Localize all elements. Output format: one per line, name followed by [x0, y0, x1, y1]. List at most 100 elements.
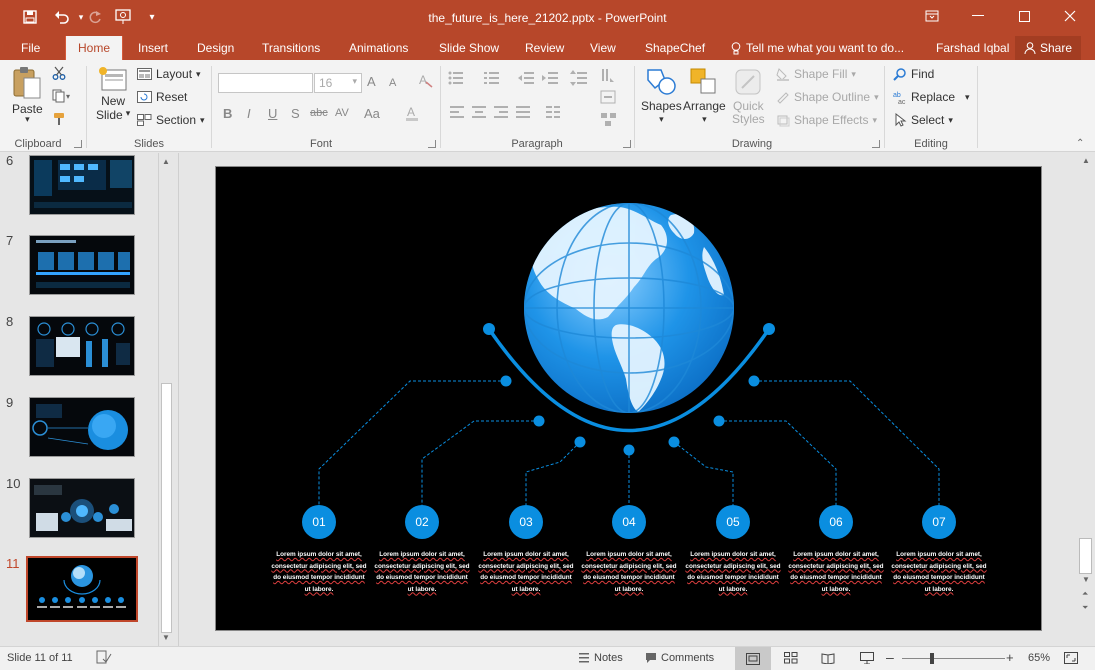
copy-icon[interactable]: ▾ — [52, 89, 72, 103]
tell-me-box[interactable]: Tell me what you want to do... — [731, 41, 904, 55]
tab-home[interactable]: Home — [65, 36, 124, 60]
main-scrollbar[interactable]: ▲ ▼ ⏶ ⏷ — [1077, 153, 1095, 646]
slide-thumbnail-8[interactable] — [29, 316, 135, 376]
scroll-down-icon[interactable]: ▼ — [1082, 575, 1090, 584]
zoom-slider-track[interactable] — [902, 658, 1005, 659]
scrollbar-thumb[interactable] — [161, 383, 172, 633]
comments-button[interactable]: Comments — [645, 652, 714, 664]
font-launcher-icon[interactable] — [428, 140, 436, 148]
layout-button[interactable]: Layout ▾ — [137, 67, 201, 81]
step-description[interactable]: Lorem ipsum dolor sit amet, consectetur … — [788, 549, 884, 595]
underline-button[interactable]: U — [268, 106, 277, 121]
tab-transitions[interactable]: Transitions — [262, 41, 320, 55]
step-description[interactable]: Lorem ipsum dolor sit amet, consectetur … — [478, 549, 574, 595]
format-painter-icon[interactable] — [52, 112, 66, 126]
shape-outline-button[interactable]: Shape Outline ▾ — [776, 90, 879, 104]
smartart-icon[interactable] — [600, 112, 618, 131]
clear-formatting-icon[interactable]: A — [418, 72, 434, 91]
step-description[interactable]: Lorem ipsum dolor sit amet, consectetur … — [685, 549, 781, 595]
character-spacing-button[interactable]: AV — [335, 107, 349, 119]
font-name-combo[interactable] — [218, 73, 313, 93]
scrollbar-thumb[interactable] — [1079, 538, 1092, 574]
step-number-circle[interactable]: 06 — [819, 505, 853, 539]
arrange-button[interactable]: Arrange ▾ — [683, 66, 726, 125]
user-name[interactable]: Farshad Iqbal — [936, 41, 1009, 55]
tab-animations[interactable]: Animations — [349, 41, 408, 55]
new-slide-button[interactable]: New Slide ▾ — [96, 66, 130, 122]
close-icon[interactable] — [1047, 0, 1093, 32]
step-number-circle[interactable]: 03 — [509, 505, 543, 539]
tab-insert[interactable]: Insert — [138, 41, 168, 55]
find-button[interactable]: Find — [893, 67, 934, 81]
clipboard-launcher-icon[interactable] — [74, 140, 82, 148]
replace-button[interactable]: ab ac Replace ▾ — [893, 90, 970, 104]
step-number-circle[interactable]: 07 — [922, 505, 956, 539]
italic-button[interactable]: I — [247, 106, 251, 121]
fit-to-window-icon[interactable] — [1064, 652, 1078, 664]
tab-design[interactable]: Design — [197, 41, 234, 55]
spell-check-icon[interactable] — [96, 650, 112, 664]
reset-button[interactable]: Reset — [137, 90, 187, 104]
normal-view-button[interactable] — [735, 647, 771, 670]
minimize-icon[interactable] — [955, 0, 1001, 32]
step-number-circle[interactable]: 02 — [405, 505, 439, 539]
cut-icon[interactable] — [52, 66, 66, 80]
select-button[interactable]: Select ▾ — [893, 113, 953, 127]
tab-review[interactable]: Review — [525, 41, 564, 55]
scroll-up-icon[interactable]: ▲ — [1082, 156, 1090, 165]
columns-icon[interactable] — [546, 106, 568, 121]
font-size-combo[interactable]: 16 ▾ — [314, 73, 362, 93]
slide-thumbnail-6[interactable] — [29, 155, 135, 215]
increase-indent-icon[interactable] — [542, 70, 558, 89]
quick-styles-button[interactable]: Quick Styles — [732, 66, 765, 126]
next-slide-icon[interactable]: ⏷ — [1082, 603, 1088, 613]
slide-thumbnail-9[interactable] — [29, 397, 135, 457]
step-description[interactable]: Lorem ipsum dolor sit amet, consectetur … — [581, 549, 677, 595]
align-center-icon[interactable] — [472, 106, 486, 121]
slide-sorter-icon[interactable] — [784, 652, 798, 664]
decrease-indent-icon[interactable] — [518, 70, 534, 89]
step-description[interactable]: Lorem ipsum dolor sit amet, consectetur … — [271, 549, 367, 595]
step-description[interactable]: Lorem ipsum dolor sit amet, consectetur … — [891, 549, 987, 595]
numbering-icon[interactable] — [484, 70, 506, 89]
bold-button[interactable]: B — [223, 106, 232, 121]
step-number-circle[interactable]: 01 — [302, 505, 336, 539]
tab-file[interactable]: File — [21, 41, 40, 55]
zoom-slider-thumb[interactable] — [930, 653, 934, 664]
shrink-font-icon[interactable]: A — [389, 77, 396, 89]
thumbnail-scrollbar[interactable]: ▲ ▼ — [158, 153, 174, 646]
reading-view-icon[interactable] — [821, 652, 835, 664]
tab-slide-show[interactable]: Slide Show — [439, 41, 499, 55]
previous-slide-icon[interactable]: ⏶ — [1082, 589, 1088, 599]
zoom-out-icon[interactable]: – — [886, 649, 894, 665]
text-direction-icon[interactable] — [600, 68, 618, 89]
font-color-icon[interactable]: A — [405, 104, 423, 125]
line-spacing-icon[interactable] — [570, 70, 588, 89]
share-button[interactable]: Share — [1015, 36, 1081, 60]
tab-shapechef[interactable]: ShapeChef — [645, 41, 705, 55]
justify-icon[interactable] — [516, 106, 530, 121]
slide-canvas[interactable]: 01 Lorem ipsum dolor sit amet, consectetu… — [215, 166, 1042, 631]
change-case-button[interactable]: Aa — [364, 106, 380, 121]
step-number-circle[interactable]: 04 — [612, 505, 646, 539]
paragraph-launcher-icon[interactable] — [623, 140, 631, 148]
section-button[interactable]: Section ▾ — [137, 113, 205, 127]
grow-font-icon[interactable]: A — [367, 74, 376, 89]
slide-thumbnail-7[interactable] — [29, 235, 135, 295]
zoom-percent[interactable]: 65% — [1028, 652, 1050, 664]
paste-button[interactable]: Paste ▾ — [12, 66, 43, 125]
drawing-launcher-icon[interactable] — [872, 140, 880, 148]
bullets-icon[interactable] — [448, 70, 470, 89]
maximize-icon[interactable] — [1001, 0, 1047, 32]
scroll-down-icon[interactable]: ▼ — [162, 633, 170, 642]
step-description[interactable]: Lorem ipsum dolor sit amet, consectetur … — [374, 549, 470, 595]
align-text-icon[interactable] — [600, 90, 618, 109]
slide-show-icon[interactable] — [860, 652, 874, 664]
collapse-ribbon-icon[interactable]: ⌃ — [1076, 138, 1084, 149]
slide-thumbnail-10[interactable] — [29, 478, 135, 538]
slide-thumbnail-11[interactable] — [26, 556, 138, 622]
align-right-icon[interactable] — [494, 106, 508, 121]
notes-button[interactable]: Notes — [578, 652, 623, 664]
text-shadow-button[interactable]: S — [291, 106, 300, 121]
strikethrough-button[interactable]: abc — [310, 107, 328, 119]
